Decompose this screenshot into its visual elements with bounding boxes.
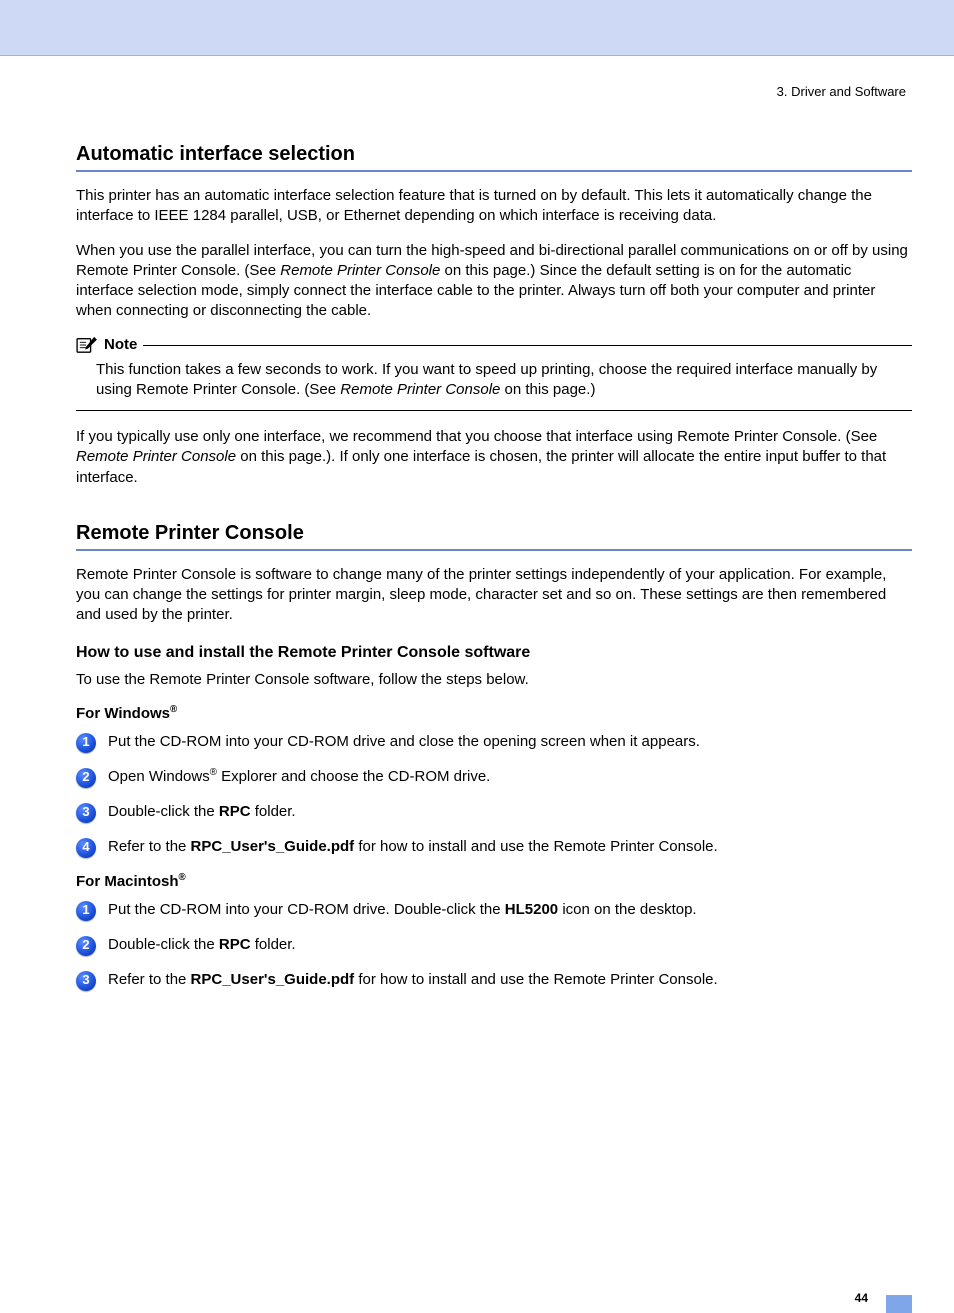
bold-text: RPC <box>219 803 251 820</box>
bold-text: HL5200 <box>505 901 558 918</box>
step-number-badge: 1 <box>76 733 96 753</box>
header-bar <box>0 0 954 56</box>
text-run: folder. <box>251 803 296 820</box>
list-item: 4 Refer to the RPC_User's_Guide.pdf for … <box>76 837 912 858</box>
chapter-header: 3. Driver and Software <box>76 84 912 99</box>
page-thumb-tab <box>886 1295 912 1313</box>
platform-heading-windows: For Windows® <box>76 704 912 722</box>
list-item: 1 Put the CD-ROM into your CD-ROM drive.… <box>76 900 912 921</box>
step-text: Refer to the RPC_User's_Guide.pdf for ho… <box>108 970 718 990</box>
text-run: on this page.) <box>500 381 595 398</box>
step-list-macintosh: 1 Put the CD-ROM into your CD-ROM drive.… <box>76 900 912 991</box>
step-number-badge: 2 <box>76 936 96 956</box>
cross-ref-link[interactable]: Remote Printer Console <box>340 381 500 398</box>
note-header: Note <box>76 336 912 354</box>
text-run: If you typically use only one interface,… <box>76 428 877 445</box>
registered-mark: ® <box>210 767 217 778</box>
text-run: Put the CD-ROM into your CD-ROM drive. D… <box>108 901 505 918</box>
text-run: For Windows <box>76 705 170 722</box>
text-run: for how to install and use the Remote Pr… <box>354 971 718 988</box>
text-run: Refer to the <box>108 971 191 988</box>
cross-ref-link[interactable]: Remote Printer Console <box>76 448 236 465</box>
step-text: Double-click the RPC folder. <box>108 802 296 822</box>
page-number: 44 <box>855 1291 868 1305</box>
cross-ref-link[interactable]: Remote Printer Console <box>280 262 440 279</box>
list-item: 2 Open Windows® Explorer and choose the … <box>76 767 912 788</box>
list-item: 2 Double-click the RPC folder. <box>76 935 912 956</box>
list-item: 3 Double-click the RPC folder. <box>76 802 912 823</box>
body-text: Remote Printer Console is software to ch… <box>76 565 912 626</box>
step-number-badge: 3 <box>76 803 96 823</box>
section-title-remote-printer-console: Remote Printer Console <box>76 522 912 551</box>
text-run: Double-click the <box>108 803 219 820</box>
bold-text: RPC_User's_Guide.pdf <box>191 838 355 855</box>
body-text: This printer has an automatic interface … <box>76 186 912 227</box>
text-run: for how to install and use the Remote Pr… <box>354 838 718 855</box>
step-number-badge: 1 <box>76 901 96 921</box>
note-block: Note This function takes a few seconds t… <box>76 336 912 412</box>
body-text: If you typically use only one interface,… <box>76 427 912 488</box>
section-title-auto-interface: Automatic interface selection <box>76 143 912 172</box>
text-run: folder. <box>251 936 296 953</box>
bold-text: RPC <box>219 936 251 953</box>
text-run: Open Windows <box>108 768 210 785</box>
note-pencil-icon <box>76 336 98 354</box>
registered-mark: ® <box>179 872 186 883</box>
text-run: Refer to the <box>108 838 191 855</box>
body-text: To use the Remote Printer Console softwa… <box>76 670 912 690</box>
text-run: For Macintosh <box>76 873 179 890</box>
platform-heading-macintosh: For Macintosh® <box>76 872 912 890</box>
registered-mark: ® <box>170 704 177 715</box>
body-text: When you use the parallel interface, you… <box>76 241 912 322</box>
subsection-heading: How to use and install the Remote Printe… <box>76 644 912 662</box>
list-item: 1 Put the CD-ROM into your CD-ROM drive … <box>76 732 912 753</box>
step-text: Open Windows® Explorer and choose the CD… <box>108 767 490 787</box>
step-number-badge: 4 <box>76 838 96 858</box>
step-number-badge: 3 <box>76 971 96 991</box>
text-run: icon on the desktop. <box>558 901 696 918</box>
footer: 44 <box>76 1005 912 1185</box>
step-text: Put the CD-ROM into your CD-ROM drive an… <box>108 732 700 752</box>
step-text: Refer to the RPC_User's_Guide.pdf for ho… <box>108 837 718 857</box>
text-run: Explorer and choose the CD-ROM drive. <box>217 768 490 785</box>
step-text: Double-click the RPC folder. <box>108 935 296 955</box>
list-item: 3 Refer to the RPC_User's_Guide.pdf for … <box>76 970 912 991</box>
text-run: Double-click the <box>108 936 219 953</box>
note-text: This function takes a few seconds to wor… <box>76 354 912 412</box>
note-label: Note <box>104 336 137 353</box>
step-list-windows: 1 Put the CD-ROM into your CD-ROM drive … <box>76 732 912 858</box>
step-number-badge: 2 <box>76 768 96 788</box>
step-text: Put the CD-ROM into your CD-ROM drive. D… <box>108 900 697 920</box>
bold-text: RPC_User's_Guide.pdf <box>191 971 355 988</box>
page-content: 3. Driver and Software Automatic interfa… <box>0 56 954 1225</box>
divider <box>143 345 912 346</box>
